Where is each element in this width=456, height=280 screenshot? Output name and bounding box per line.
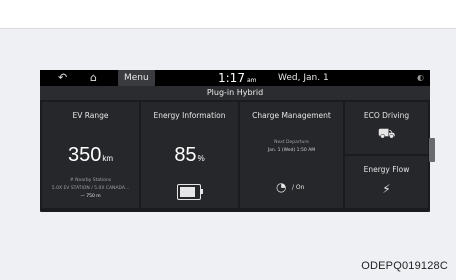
ev-range-unit: km (102, 154, 114, 163)
energy-flow-icon: ⚡ (382, 182, 391, 196)
ev-range-tile[interactable]: EV Range 350km # Nearby Stations 5.0X EV… (42, 102, 139, 208)
menu-button[interactable]: Menu (118, 70, 155, 86)
home-icon[interactable]: ⌂ (90, 71, 97, 85)
date-label: Wed, Jan. 1 (278, 73, 329, 83)
nearby-stations-label: # Nearby Stations (69, 178, 112, 183)
energy-information-tile[interactable]: Energy Information 85% (141, 102, 238, 208)
battery-icon (177, 184, 203, 200)
energy-flow-tile[interactable]: Energy Flow ⚡ (345, 156, 428, 208)
charge-timer-icon: ◔ (276, 180, 287, 194)
back-arrow-icon[interactable]: ↶ (58, 71, 67, 85)
battery-percent-unit: % (197, 154, 205, 163)
energy-flow-label: Energy Flow (363, 165, 410, 174)
battery-fill (180, 187, 196, 197)
status-indicator-icon: ◐ (417, 73, 424, 82)
side-panel-handle[interactable] (429, 138, 435, 162)
energy-information-label: Energy Information (153, 111, 226, 120)
ev-range-label: EV Range (72, 111, 109, 120)
ev-range-value: 350km (42, 144, 139, 167)
clock-time: 1:17 (218, 71, 245, 85)
charge-management-label: Charge Management (252, 111, 331, 120)
nearby-stations-names: 5.0X EV STATION / 5.0X CANADA... (51, 186, 130, 191)
nearby-stations-distance: — 750 m (80, 194, 101, 199)
car-icon: ⛟ (377, 126, 396, 142)
status-bar: ↶ ⌂ Menu 1:17 am Wed, Jan. 1 ◐ (40, 70, 430, 86)
eco-driving-label: ECO Driving (363, 111, 410, 120)
figure-code: ODEPQ019128C (361, 260, 448, 272)
page-top-rule (0, 0, 456, 29)
clock-ampm: am (246, 77, 257, 84)
battery-percent-number: 85 (174, 144, 197, 166)
charge-management-tile[interactable]: Charge Management Next Departure Jan. 1 … (240, 102, 343, 208)
battery-percent: 85% (141, 144, 238, 167)
eco-driving-tile[interactable]: ECO Driving ⛟ (345, 102, 428, 154)
next-departure-label: Next Departure (274, 140, 309, 145)
charge-state: / On (292, 184, 305, 191)
infotainment-screen: ↶ ⌂ Menu 1:17 am Wed, Jan. 1 ◐ Plug-in Hy… (40, 70, 435, 212)
battery-terminal (201, 189, 203, 194)
ev-range-number: 350 (67, 144, 102, 166)
page-title: Plug-in Hybrid (40, 86, 430, 100)
next-departure-time: Jan. 1 (Wed) 1:50 AM (267, 148, 316, 153)
